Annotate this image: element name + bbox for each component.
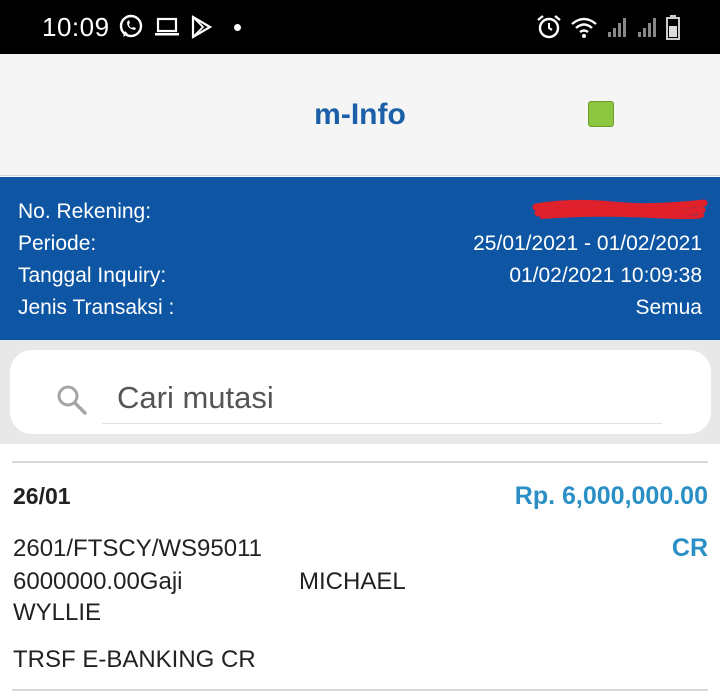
transaction-channel: TRSF E-BANKING CR (13, 646, 256, 673)
divider (12, 689, 708, 691)
transaction-type-value: Semua (635, 296, 702, 319)
period-row: Periode: 25/01/2021 - 01/02/2021 (18, 229, 702, 259)
alarm-icon (536, 14, 562, 40)
notification-dot-icon (234, 23, 241, 31)
inquiry-label: Tanggal Inquiry: (18, 264, 167, 287)
wifi-icon (570, 15, 598, 39)
search-box[interactable] (10, 350, 711, 434)
transaction-credit-type: CR (671, 534, 708, 562)
transaction-type-row: Jenis Transaksi : Semua (18, 293, 702, 323)
transaction-description-line: 6000000.00Gaji (13, 568, 183, 595)
connection-status-indicator (588, 101, 614, 127)
status-right-icons (536, 13, 680, 41)
status-time: 10:09 (42, 12, 110, 42)
inquiry-value: 01/02/2021 10:09:38 (509, 264, 702, 287)
inquiry-row: Tanggal Inquiry: 01/02/2021 10:09:38 (18, 261, 702, 291)
laptop-icon (154, 16, 180, 38)
search-input[interactable] (102, 372, 662, 424)
play-store-icon (190, 15, 212, 39)
account-label: No. Rekening: (18, 200, 152, 223)
account-info-panel: No. Rekening: Periode: 25/01/2021 - 01/0… (0, 177, 720, 340)
transaction-description-line: WYLLIE (13, 599, 102, 626)
transaction-amount: Rp. 6,000,000.00 (514, 482, 708, 510)
signal-icon (606, 15, 628, 39)
transaction-description-line: 2601/FTSCY/WS95011 (13, 535, 263, 562)
signal-icon (636, 15, 658, 39)
redacted-account-number (532, 199, 708, 219)
status-left-icons (118, 13, 241, 41)
transaction-type-label: Jenis Transaksi : (18, 296, 175, 319)
search-icon[interactable] (56, 384, 88, 421)
transaction-name: MICHAEL (299, 568, 406, 595)
status-bar: 10:09 (0, 0, 720, 54)
search-area (0, 340, 720, 444)
divider (12, 461, 708, 463)
whatsapp-icon (118, 14, 144, 40)
period-label: Periode: (18, 232, 97, 255)
battery-icon (666, 14, 680, 40)
transaction-date: 26/01 (13, 483, 71, 509)
period-value: 25/01/2021 - 01/02/2021 (473, 232, 702, 255)
